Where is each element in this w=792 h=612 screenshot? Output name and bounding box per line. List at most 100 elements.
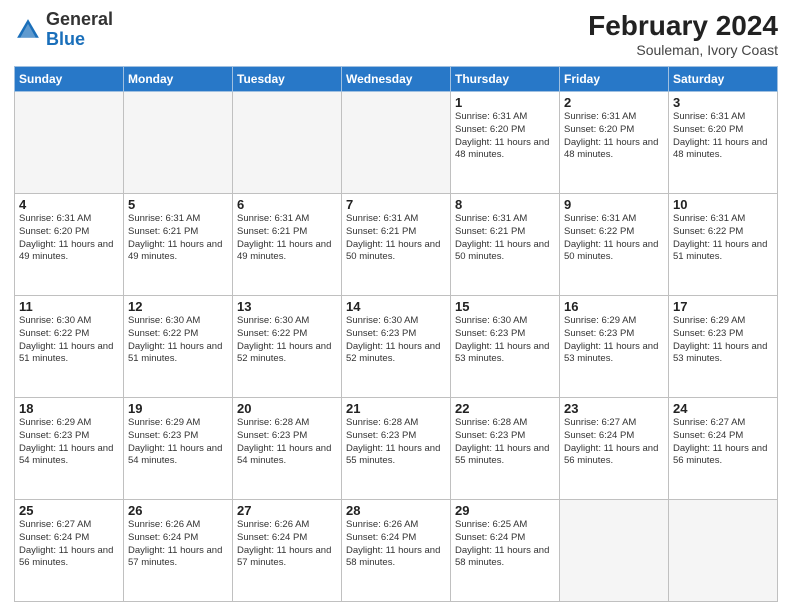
day-info: Sunrise: 6:31 AM Sunset: 6:21 PM Dayligh… (346, 213, 446, 264)
day-info: Sunrise: 6:30 AM Sunset: 6:22 PM Dayligh… (237, 315, 337, 366)
calendar-cell: 29Sunrise: 6:25 AM Sunset: 6:24 PM Dayli… (451, 500, 560, 602)
calendar-week-row: 18Sunrise: 6:29 AM Sunset: 6:23 PM Dayli… (15, 398, 778, 500)
day-info: Sunrise: 6:31 AM Sunset: 6:21 PM Dayligh… (128, 213, 228, 264)
calendar-cell: 5Sunrise: 6:31 AM Sunset: 6:21 PM Daylig… (124, 194, 233, 296)
calendar-week-row: 1Sunrise: 6:31 AM Sunset: 6:20 PM Daylig… (15, 92, 778, 194)
day-number: 15 (455, 299, 555, 314)
day-number: 7 (346, 197, 446, 212)
calendar-week-row: 25Sunrise: 6:27 AM Sunset: 6:24 PM Dayli… (15, 500, 778, 602)
day-number: 26 (128, 503, 228, 518)
logo: General Blue (14, 10, 113, 50)
day-info: Sunrise: 6:31 AM Sunset: 6:20 PM Dayligh… (673, 111, 773, 162)
calendar-cell: 27Sunrise: 6:26 AM Sunset: 6:24 PM Dayli… (233, 500, 342, 602)
day-number: 8 (455, 197, 555, 212)
day-info: Sunrise: 6:30 AM Sunset: 6:23 PM Dayligh… (346, 315, 446, 366)
day-number: 14 (346, 299, 446, 314)
day-number: 12 (128, 299, 228, 314)
day-info: Sunrise: 6:29 AM Sunset: 6:23 PM Dayligh… (564, 315, 664, 366)
calendar-cell: 18Sunrise: 6:29 AM Sunset: 6:23 PM Dayli… (15, 398, 124, 500)
day-of-week-header: Tuesday (233, 67, 342, 92)
day-info: Sunrise: 6:30 AM Sunset: 6:22 PM Dayligh… (19, 315, 119, 366)
calendar-cell (669, 500, 778, 602)
calendar-cell: 17Sunrise: 6:29 AM Sunset: 6:23 PM Dayli… (669, 296, 778, 398)
day-number: 24 (673, 401, 773, 416)
calendar-cell: 28Sunrise: 6:26 AM Sunset: 6:24 PM Dayli… (342, 500, 451, 602)
day-info: Sunrise: 6:31 AM Sunset: 6:20 PM Dayligh… (455, 111, 555, 162)
day-of-week-header: Monday (124, 67, 233, 92)
day-number: 2 (564, 95, 664, 110)
day-info: Sunrise: 6:25 AM Sunset: 6:24 PM Dayligh… (455, 519, 555, 570)
calendar-cell: 23Sunrise: 6:27 AM Sunset: 6:24 PM Dayli… (560, 398, 669, 500)
day-info: Sunrise: 6:31 AM Sunset: 6:20 PM Dayligh… (19, 213, 119, 264)
day-number: 27 (237, 503, 337, 518)
day-info: Sunrise: 6:28 AM Sunset: 6:23 PM Dayligh… (346, 417, 446, 468)
day-info: Sunrise: 6:31 AM Sunset: 6:21 PM Dayligh… (455, 213, 555, 264)
calendar-cell: 21Sunrise: 6:28 AM Sunset: 6:23 PM Dayli… (342, 398, 451, 500)
day-info: Sunrise: 6:31 AM Sunset: 6:20 PM Dayligh… (564, 111, 664, 162)
calendar-cell: 8Sunrise: 6:31 AM Sunset: 6:21 PM Daylig… (451, 194, 560, 296)
day-number: 5 (128, 197, 228, 212)
calendar-cell: 10Sunrise: 6:31 AM Sunset: 6:22 PM Dayli… (669, 194, 778, 296)
day-number: 29 (455, 503, 555, 518)
day-number: 6 (237, 197, 337, 212)
day-info: Sunrise: 6:29 AM Sunset: 6:23 PM Dayligh… (673, 315, 773, 366)
calendar-cell: 15Sunrise: 6:30 AM Sunset: 6:23 PM Dayli… (451, 296, 560, 398)
logo-icon (14, 16, 42, 44)
day-of-week-header: Wednesday (342, 67, 451, 92)
calendar-cell: 1Sunrise: 6:31 AM Sunset: 6:20 PM Daylig… (451, 92, 560, 194)
calendar-cell (124, 92, 233, 194)
day-info: Sunrise: 6:26 AM Sunset: 6:24 PM Dayligh… (237, 519, 337, 570)
day-number: 25 (19, 503, 119, 518)
day-of-week-header: Saturday (669, 67, 778, 92)
day-info: Sunrise: 6:31 AM Sunset: 6:22 PM Dayligh… (673, 213, 773, 264)
day-info: Sunrise: 6:31 AM Sunset: 6:21 PM Dayligh… (237, 213, 337, 264)
calendar-cell: 7Sunrise: 6:31 AM Sunset: 6:21 PM Daylig… (342, 194, 451, 296)
calendar-cell (342, 92, 451, 194)
day-info: Sunrise: 6:27 AM Sunset: 6:24 PM Dayligh… (564, 417, 664, 468)
calendar-cell: 24Sunrise: 6:27 AM Sunset: 6:24 PM Dayli… (669, 398, 778, 500)
day-info: Sunrise: 6:26 AM Sunset: 6:24 PM Dayligh… (346, 519, 446, 570)
day-number: 1 (455, 95, 555, 110)
day-info: Sunrise: 6:29 AM Sunset: 6:23 PM Dayligh… (19, 417, 119, 468)
day-number: 16 (564, 299, 664, 314)
calendar-week-row: 11Sunrise: 6:30 AM Sunset: 6:22 PM Dayli… (15, 296, 778, 398)
day-info: Sunrise: 6:30 AM Sunset: 6:23 PM Dayligh… (455, 315, 555, 366)
day-number: 3 (673, 95, 773, 110)
day-info: Sunrise: 6:28 AM Sunset: 6:23 PM Dayligh… (237, 417, 337, 468)
calendar-cell: 19Sunrise: 6:29 AM Sunset: 6:23 PM Dayli… (124, 398, 233, 500)
day-info: Sunrise: 6:28 AM Sunset: 6:23 PM Dayligh… (455, 417, 555, 468)
logo-general: General (46, 9, 113, 29)
day-number: 13 (237, 299, 337, 314)
day-info: Sunrise: 6:26 AM Sunset: 6:24 PM Dayligh… (128, 519, 228, 570)
day-number: 20 (237, 401, 337, 416)
calendar-header-row: SundayMondayTuesdayWednesdayThursdayFrid… (15, 67, 778, 92)
day-of-week-header: Thursday (451, 67, 560, 92)
calendar-cell (233, 92, 342, 194)
calendar-cell: 16Sunrise: 6:29 AM Sunset: 6:23 PM Dayli… (560, 296, 669, 398)
calendar-cell: 6Sunrise: 6:31 AM Sunset: 6:21 PM Daylig… (233, 194, 342, 296)
calendar-cell: 9Sunrise: 6:31 AM Sunset: 6:22 PM Daylig… (560, 194, 669, 296)
calendar-cell: 22Sunrise: 6:28 AM Sunset: 6:23 PM Dayli… (451, 398, 560, 500)
calendar-cell: 13Sunrise: 6:30 AM Sunset: 6:22 PM Dayli… (233, 296, 342, 398)
location: Souleman, Ivory Coast (588, 42, 778, 58)
day-number: 11 (19, 299, 119, 314)
day-info: Sunrise: 6:27 AM Sunset: 6:24 PM Dayligh… (673, 417, 773, 468)
calendar-cell: 12Sunrise: 6:30 AM Sunset: 6:22 PM Dayli… (124, 296, 233, 398)
day-number: 4 (19, 197, 119, 212)
day-info: Sunrise: 6:27 AM Sunset: 6:24 PM Dayligh… (19, 519, 119, 570)
day-of-week-header: Sunday (15, 67, 124, 92)
calendar-cell: 26Sunrise: 6:26 AM Sunset: 6:24 PM Dayli… (124, 500, 233, 602)
calendar-cell (560, 500, 669, 602)
day-of-week-header: Friday (560, 67, 669, 92)
month-year: February 2024 (588, 10, 778, 42)
day-number: 28 (346, 503, 446, 518)
logo-blue: Blue (46, 29, 85, 49)
day-info: Sunrise: 6:29 AM Sunset: 6:23 PM Dayligh… (128, 417, 228, 468)
day-info: Sunrise: 6:30 AM Sunset: 6:22 PM Dayligh… (128, 315, 228, 366)
day-number: 10 (673, 197, 773, 212)
day-number: 23 (564, 401, 664, 416)
header: General Blue February 2024 Souleman, Ivo… (14, 10, 778, 58)
calendar-cell: 11Sunrise: 6:30 AM Sunset: 6:22 PM Dayli… (15, 296, 124, 398)
calendar-week-row: 4Sunrise: 6:31 AM Sunset: 6:20 PM Daylig… (15, 194, 778, 296)
title-block: February 2024 Souleman, Ivory Coast (588, 10, 778, 58)
